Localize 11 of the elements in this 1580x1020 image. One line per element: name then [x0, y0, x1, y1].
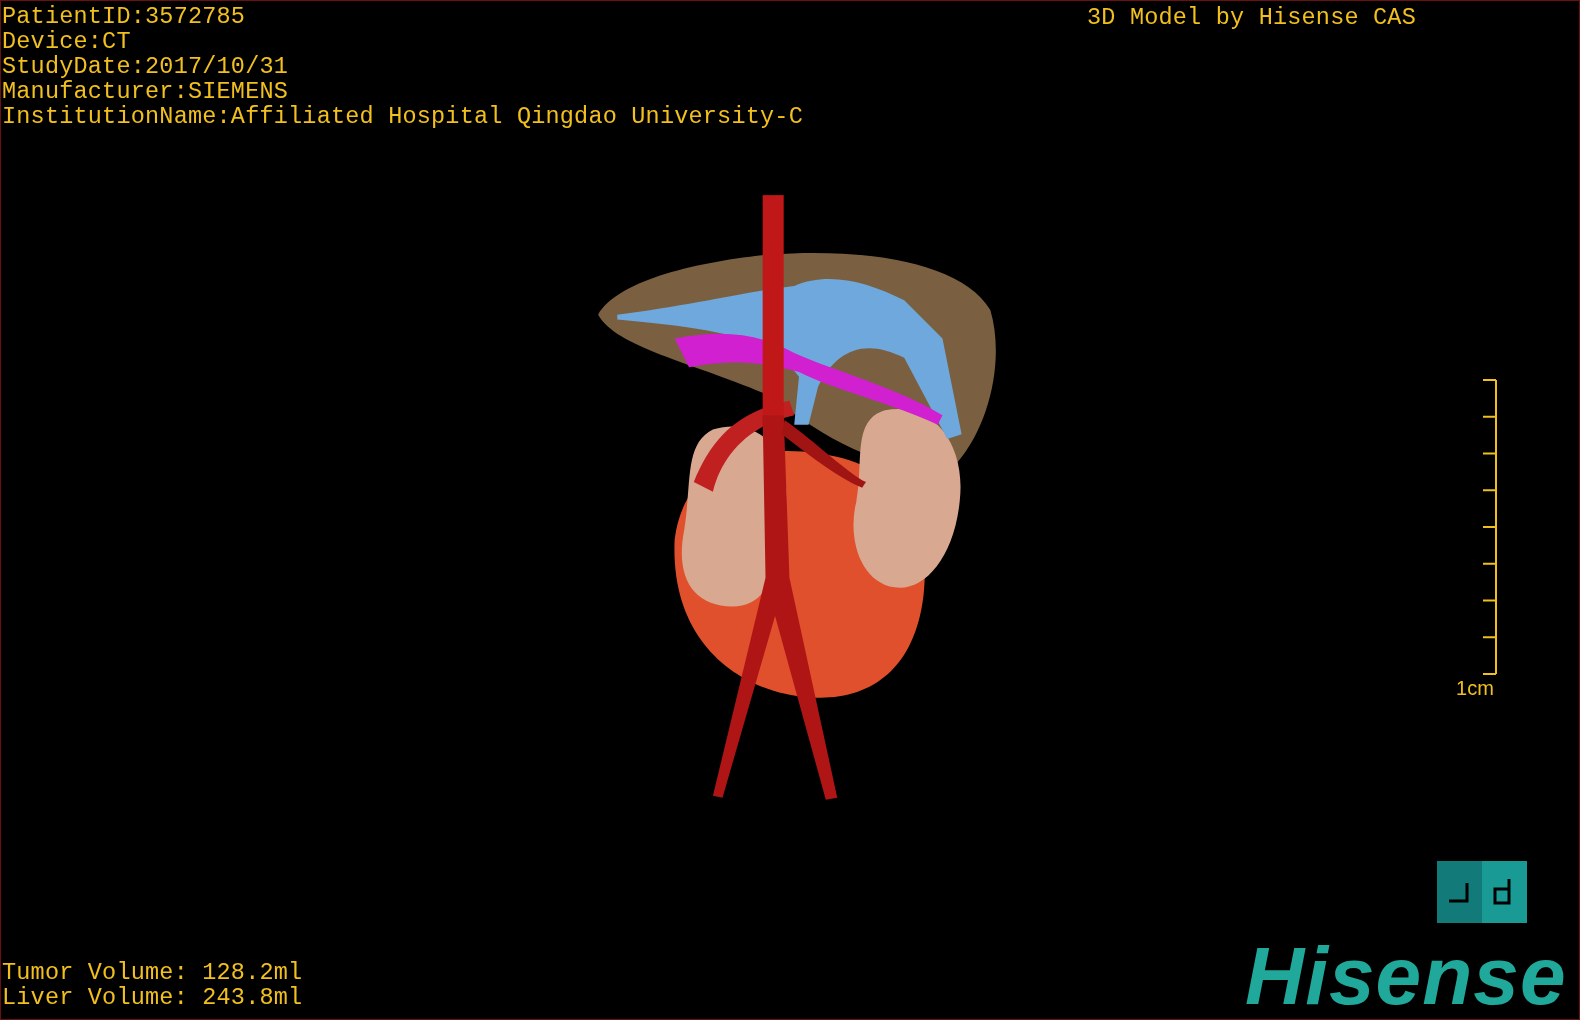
scale-label: 1cm [1456, 677, 1494, 699]
brand-logo: Hisense [1245, 933, 1567, 1019]
study-info-text: PatientID:3572785 [2, 4, 247, 29]
study-info-text: Device:CT [2, 29, 132, 54]
volume-text: Tumor Volume: 128.2ml [2, 960, 303, 985]
orientation-cube-icon[interactable] [1437, 861, 1527, 923]
volume-text: Liver Volume: 243.8ml [2, 985, 303, 1010]
study-info-text: InstitutionName:Affiliated Hospital Qingdao University-C [2, 104, 803, 129]
study-info-text: Manufacturer:SIEMENS [2, 79, 290, 104]
credit-text: 3D Model by Hisense CAS [1087, 5, 1416, 30]
study-info-text: StudyDate:2017/10/31 [2, 54, 290, 79]
